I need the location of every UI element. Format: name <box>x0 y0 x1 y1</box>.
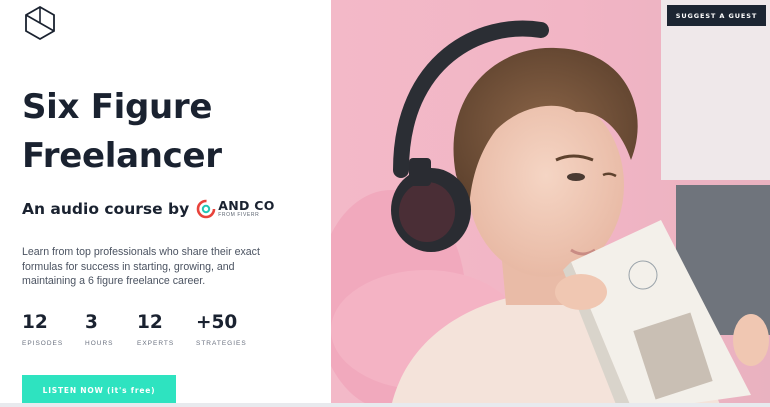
cube-outline-icon[interactable] <box>22 5 58 41</box>
andco-logo-icon <box>196 199 216 219</box>
stat-experts: 12 EXPERTS <box>137 311 174 347</box>
stat-value: 12 <box>22 312 48 333</box>
page-title: Six Figure Freelancer <box>22 83 222 181</box>
stat-label: EXPERTS <box>137 340 175 347</box>
hero-photo <box>331 0 770 407</box>
stat-hours: 3 HOURS <box>85 311 113 347</box>
stat-label: HOURS <box>85 340 114 347</box>
stat-value: 12 <box>137 312 163 333</box>
byline-text: An audio course by <box>22 200 190 218</box>
stat-label: STRATEGIES <box>196 340 247 347</box>
stat-strategies: +50 STRATEGIES <box>196 311 247 347</box>
stat-value: 3 <box>85 312 98 333</box>
suggest-guest-button[interactable]: SUGGEST A GUEST <box>667 5 766 26</box>
stat-value: +50 <box>196 312 238 333</box>
brand-subtitle: FROM FIVERR <box>218 212 260 219</box>
brand-name: AND CO <box>218 197 275 213</box>
brand-logo[interactable]: AND CO FROM FIVERR <box>196 199 274 219</box>
bottom-divider <box>0 403 770 407</box>
title-line-2: Freelancer <box>22 136 222 176</box>
title-line-1: Six Figure <box>22 87 213 127</box>
course-description: Learn from top professionals who share t… <box>22 246 260 287</box>
byline: An audio course by AND CO FROM FIVERR <box>22 199 275 219</box>
intro-panel: Six Figure Freelancer An audio course by… <box>0 0 331 407</box>
hero-illustration <box>331 0 770 407</box>
stat-label: EPISODES <box>22 340 64 347</box>
stat-episodes: 12 EPISODES <box>22 311 63 347</box>
